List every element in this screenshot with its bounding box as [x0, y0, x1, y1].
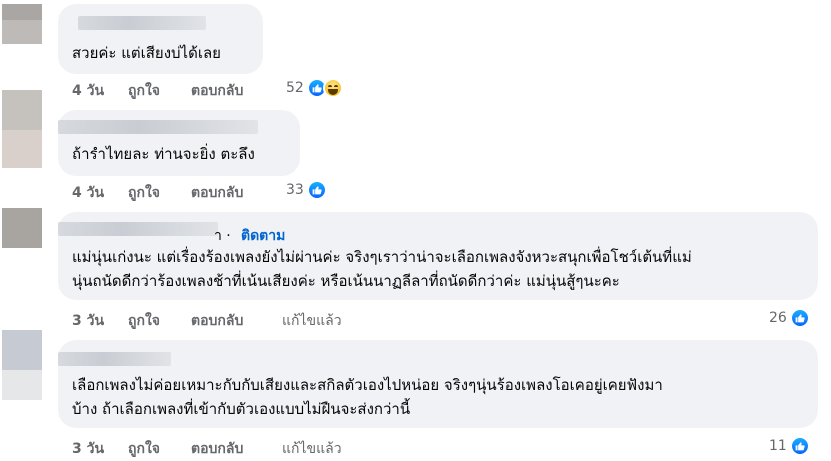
reaction-summary[interactable]: 26 [769, 308, 810, 328]
edited-label[interactable]: แก้ไขแล้ว [282, 438, 342, 460]
reaction-summary[interactable]: 33 [286, 180, 327, 200]
author-name-redacted[interactable] [58, 222, 218, 236]
comment-text-line: เลือกเพลงไม่ค่อยเหมาะกับกับเสียงและสกิลต… [72, 376, 663, 394]
timestamp[interactable]: 3 วัน [72, 438, 104, 460]
haha-icon [322, 78, 343, 98]
reaction-summary[interactable]: 52 [286, 78, 343, 98]
avatar[interactable] [2, 90, 42, 168]
comment-bubble: ถ้ารำไทยละ ท่านจะยิ่ง ตะลึง [58, 110, 300, 176]
comment-bubble: า · ติดตาม แม่นุ่นเก่งนะ แต่เรื่องร้องเพ… [58, 212, 818, 300]
reaction-count: 11 [769, 438, 787, 454]
follow-button[interactable]: ติดตาม [241, 225, 285, 247]
timestamp[interactable]: 4 วัน [72, 80, 104, 102]
reply-button[interactable]: ตอบกลับ [191, 310, 243, 332]
reaction-summary[interactable]: 11 [769, 436, 810, 456]
author-name-redacted[interactable] [58, 352, 171, 366]
comment-text-line: บ้าง ถ้าเลือกเพลงที่เข้ากับตัวเองแบบไม่ฝ… [72, 400, 411, 418]
reaction-count: 33 [286, 182, 304, 198]
comment-text-line: ถ้ารำไทยละ ท่านจะยิ่ง ตะลึง [72, 145, 255, 163]
author-name-redacted[interactable] [58, 120, 258, 134]
reaction-count: 52 [286, 80, 304, 96]
like-icon [789, 308, 810, 328]
like-button[interactable]: ถูกใจ [128, 438, 160, 460]
like-button[interactable]: ถูกใจ [128, 310, 160, 332]
author-name-redacted[interactable] [78, 16, 206, 30]
comment-bubble: เลือกเพลงไม่ค่อยเหมาะกับกับเสียงและสกิลต… [58, 340, 818, 428]
reply-button[interactable]: ตอบกลับ [191, 182, 243, 204]
like-icon [306, 180, 327, 200]
avatar[interactable] [2, 208, 42, 248]
like-icon [789, 436, 810, 456]
reaction-count: 26 [769, 310, 787, 326]
timestamp[interactable]: 3 วัน [72, 310, 104, 332]
comment-text-line: สวยค่ะ แต่เสียงบ่ได้เลย [72, 44, 221, 62]
author-name-tail: า · [214, 228, 231, 244]
edited-label[interactable]: แก้ไขแล้ว [282, 310, 342, 332]
like-button[interactable]: ถูกใจ [128, 80, 160, 102]
avatar[interactable] [2, 330, 42, 400]
comment-text-line: แม่นุ่นเก่งนะ แต่เรื่องร้องเพลงยังไม่ผ่า… [72, 248, 692, 266]
reply-button[interactable]: ตอบกลับ [191, 80, 243, 102]
reply-button[interactable]: ตอบกลับ [191, 438, 243, 460]
avatar[interactable] [2, 4, 42, 44]
comment-bubble: สวยค่ะ แต่เสียงบ่ได้เลย [58, 4, 263, 74]
timestamp[interactable]: 4 วัน [72, 182, 104, 204]
like-button[interactable]: ถูกใจ [128, 182, 160, 204]
comment-text-line: นุ่นถนัดดีกว่าร้องเพลงช้าที่เน้นเสียงค่ะ… [72, 272, 620, 290]
